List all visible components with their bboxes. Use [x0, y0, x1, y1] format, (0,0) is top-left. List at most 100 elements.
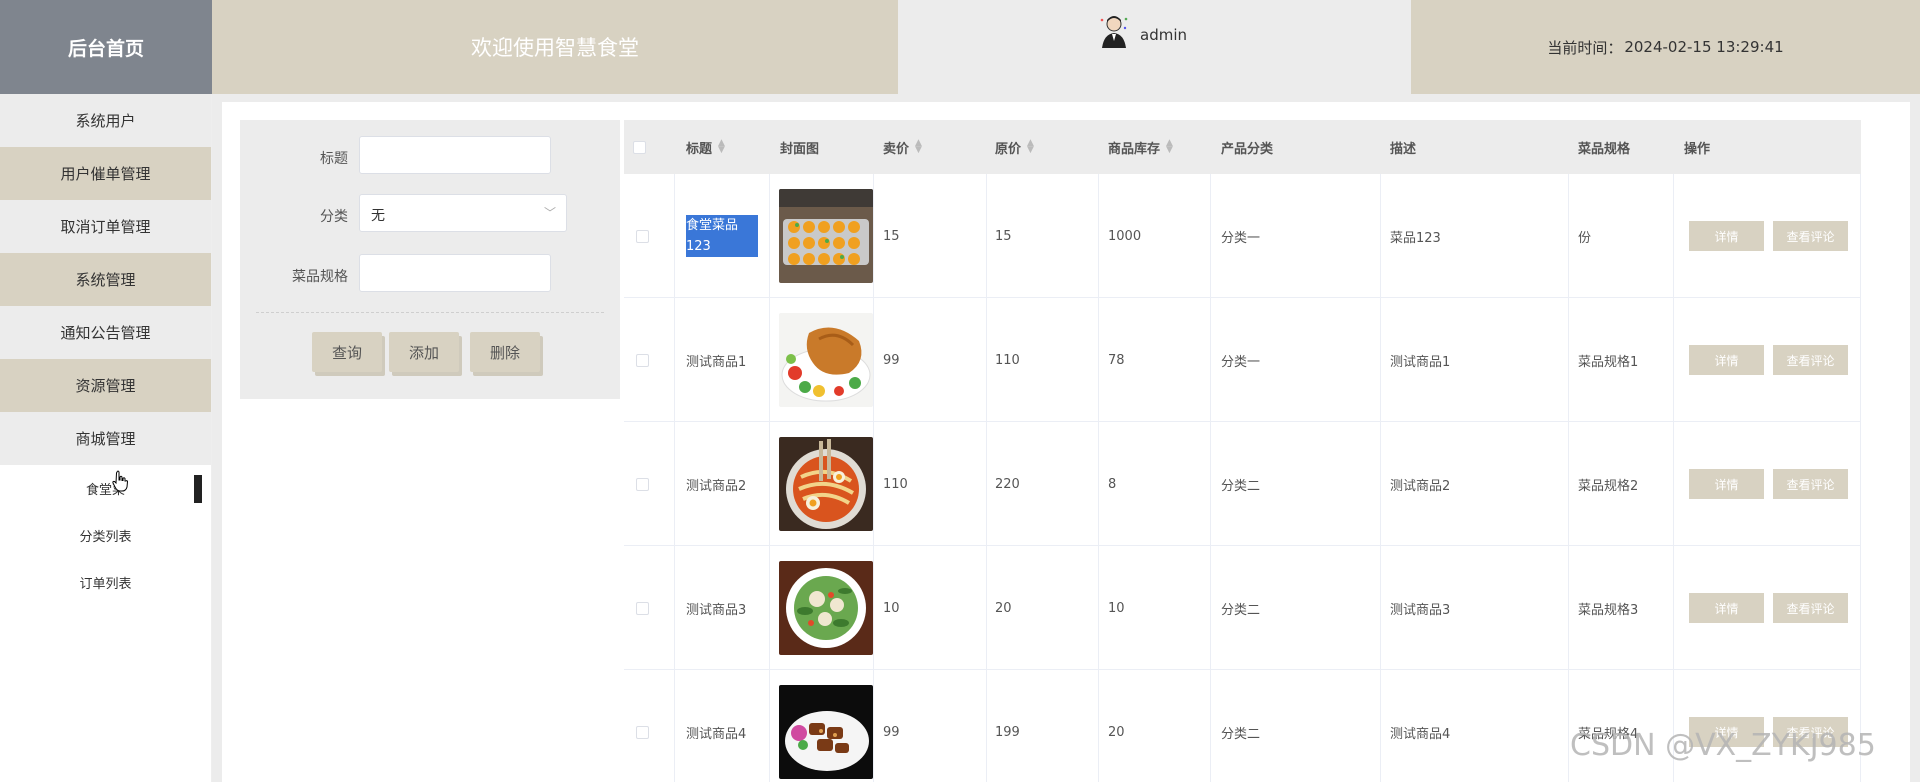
sort-icon[interactable]: ▲ ▼: [1027, 139, 1034, 155]
column-divider: [769, 174, 770, 782]
sidebar-subitem-category-list[interactable]: 分类列表: [0, 512, 211, 559]
row-title: 测试商品1: [686, 354, 747, 370]
view-reviews-button[interactable]: 查看评论: [1773, 469, 1848, 499]
sort-icon[interactable]: ▲ ▼: [1166, 139, 1173, 155]
row-spec: 菜品规格2: [1578, 478, 1639, 494]
row-checkbox-cell: [636, 298, 649, 422]
sidebar-item-mall[interactable]: 商城管理: [0, 412, 211, 465]
table-row: 食堂菜品123 15 15 1000 分类一 菜品123 份 详情 查看评论: [624, 174, 1861, 298]
row-description: 测试商品1: [1390, 354, 1451, 370]
header-stock[interactable]: 商品库存 ▲ ▼: [1108, 120, 1173, 174]
table-row: 测试商品2 110 220 8 分类二 测试商品2 菜品规格2 详情 查看评论: [624, 422, 1861, 546]
sort-icon[interactable]: ▲ ▼: [718, 139, 725, 155]
view-reviews-button[interactable]: 查看评论: [1773, 345, 1848, 375]
row-cover-cell: [779, 546, 873, 670]
sidebar-item-urge-orders[interactable]: 用户催单管理: [0, 147, 211, 200]
sidebar-item-system-users[interactable]: 系统用户: [0, 94, 211, 147]
row-stock: 10: [1108, 600, 1125, 616]
row-checkbox[interactable]: [636, 725, 649, 739]
row-stock: 8: [1108, 476, 1117, 492]
user-avatar-icon[interactable]: [1098, 14, 1130, 50]
row-description: 菜品123: [1390, 230, 1441, 246]
form-divider: [256, 312, 604, 313]
row-title: 测试商品4: [686, 726, 747, 742]
header-cover: 封面图: [780, 141, 820, 157]
food-image-4: [779, 561, 873, 655]
row-checkbox-cell: [636, 670, 649, 782]
title-filter-label: 标题: [320, 151, 348, 167]
row-price: 15: [883, 228, 900, 244]
spec-filter-input[interactable]: [359, 254, 551, 292]
add-button[interactable]: 添加: [389, 332, 459, 372]
sidebar-subitem-canteen-dishes[interactable]: 食堂菜: [0, 465, 211, 512]
sort-icon[interactable]: ▲ ▼: [915, 139, 922, 155]
select-all-checkbox[interactable]: [633, 140, 646, 154]
current-time: 当前时间： 2024-02-15 13:29:41: [1411, 0, 1920, 94]
row-checkbox[interactable]: [636, 229, 649, 243]
sidebar-item-cancel-orders[interactable]: 取消订单管理: [0, 200, 211, 253]
row-checkbox[interactable]: [636, 353, 649, 367]
food-image-5: [779, 685, 873, 779]
hand-cursor-icon: [112, 470, 128, 492]
column-divider: [674, 174, 675, 782]
header-title[interactable]: 标题 ▲ ▼: [686, 120, 725, 174]
category-selected-value: 无: [371, 208, 385, 224]
select-all-checkbox-cell: [633, 120, 646, 174]
row-category: 分类二: [1221, 726, 1261, 742]
row-description: 测试商品2: [1390, 478, 1451, 494]
detail-button[interactable]: 详情: [1689, 221, 1764, 251]
row-category: 分类一: [1221, 230, 1261, 246]
row-original-price: 220: [995, 476, 1020, 492]
watermark: CSDN @VX_ZYKJ985: [1570, 728, 1876, 763]
category-filter-label: 分类: [320, 209, 348, 225]
welcome-banner: 欢迎使用智慧食堂: [212, 0, 898, 94]
row-title: 食堂菜品123: [686, 174, 758, 298]
table-row: 测试商品4 99 199 20 分类二 测试商品4 菜品规格4 详情 查看评论: [624, 670, 1861, 782]
row-original-price: 199: [995, 724, 1020, 740]
row-price: 110: [883, 476, 908, 492]
row-category: 分类二: [1221, 478, 1261, 494]
row-cover-cell: [779, 422, 873, 546]
sidebar-item-notices[interactable]: 通知公告管理: [0, 306, 211, 359]
row-original-price: 110: [995, 352, 1020, 368]
row-spec: 菜品规格1: [1578, 354, 1639, 370]
column-divider: [1380, 174, 1381, 782]
header-category: 产品分类: [1221, 141, 1274, 157]
view-reviews-button[interactable]: 查看评论: [1773, 593, 1848, 623]
title-filter-row: 标题: [240, 136, 620, 176]
query-button[interactable]: 查询: [312, 332, 382, 372]
username[interactable]: admin: [1140, 26, 1187, 44]
category-filter-select[interactable]: 无 ﹀: [359, 194, 567, 232]
brand-home-link[interactable]: 后台首页: [0, 0, 212, 94]
row-original-price: 20: [995, 600, 1012, 616]
detail-button[interactable]: 详情: [1689, 345, 1764, 375]
column-divider: [1673, 174, 1674, 782]
row-checkbox[interactable]: [636, 601, 649, 615]
row-stock: 20: [1108, 724, 1125, 740]
sidebar-subitem-order-list[interactable]: 订单列表: [0, 559, 211, 606]
category-filter-row: 分类 无 ﹀: [240, 194, 620, 234]
row-cover-cell: [779, 174, 873, 298]
header-original-price[interactable]: 原价 ▲ ▼: [995, 120, 1034, 174]
row-description: 测试商品3: [1390, 602, 1451, 618]
top-header: 后台首页 欢迎使用智慧食堂 admin 当前时间： 2024-02-15 13:…: [0, 0, 1920, 94]
row-stock: 78: [1108, 352, 1125, 368]
active-indicator: [194, 475, 202, 503]
title-filter-input[interactable]: [359, 136, 551, 174]
table-header: 标题 ▲ ▼ 封面图 卖价 ▲ ▼ 原价 ▲ ▼ 商品库存 ▲ ▼ 产品分类 描述 菜品规格 操…: [624, 120, 1861, 174]
sidebar-item-resources[interactable]: 资源管理: [0, 359, 211, 412]
sidebar-item-system-management[interactable]: 系统管理: [0, 253, 211, 306]
row-checkbox-cell: [636, 174, 649, 298]
row-category: 分类一: [1221, 354, 1261, 370]
column-divider: [986, 174, 987, 782]
detail-button[interactable]: 详情: [1689, 593, 1764, 623]
detail-button[interactable]: 详情: [1689, 469, 1764, 499]
row-spec: 菜品规格3: [1578, 602, 1639, 618]
row-description: 测试商品4: [1390, 726, 1451, 742]
row-checkbox[interactable]: [636, 477, 649, 491]
header-price[interactable]: 卖价 ▲ ▼: [883, 120, 922, 174]
row-stock: 1000: [1108, 228, 1142, 244]
row-category: 分类二: [1221, 602, 1261, 618]
view-reviews-button[interactable]: 查看评论: [1773, 221, 1848, 251]
delete-button[interactable]: 删除: [470, 332, 540, 372]
